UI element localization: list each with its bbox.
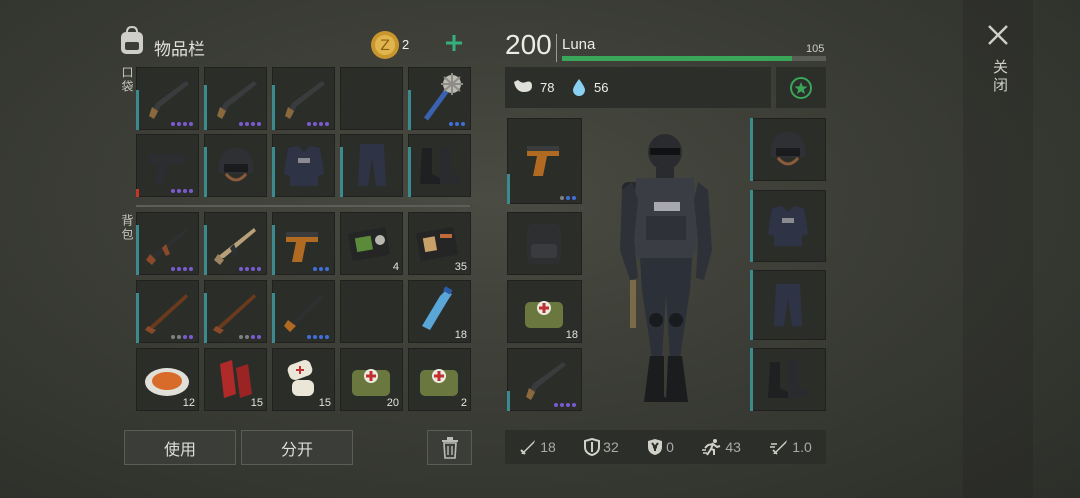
equip-slot-shotgun[interactable] <box>507 348 582 411</box>
weight-stat: 1.0 <box>769 438 812 456</box>
shield-icon <box>584 438 601 456</box>
inventory-title: 物品栏 <box>154 40 205 59</box>
inventory-slot-empty-2[interactable] <box>340 280 403 343</box>
equip-slot-medkit[interactable]: 18 <box>507 280 582 343</box>
backpack-icon <box>118 25 146 56</box>
item-count: 18 <box>565 329 578 341</box>
xp-value: 105 <box>806 43 825 55</box>
xp-bar-fill <box>562 56 792 61</box>
inventory-slot-pistol[interactable] <box>136 134 199 197</box>
inventory-slot-pants[interactable] <box>340 134 403 197</box>
attack-stat: 18 <box>519 438 556 456</box>
item-count: 18 <box>454 329 467 341</box>
player-level: 200 <box>505 29 552 60</box>
trash-icon <box>441 436 458 459</box>
inventory-slot-shotgun-2[interactable] <box>204 67 267 130</box>
equip-slot-pants[interactable] <box>750 270 826 340</box>
water-drop-icon <box>572 78 586 101</box>
equip-slot-flare-gun[interactable] <box>507 118 582 204</box>
close-label: 关闭 <box>991 59 1008 95</box>
inventory-slot-assault-rifle[interactable] <box>136 212 199 275</box>
add-coins-button[interactable] <box>442 30 466 56</box>
backpack-label: 背包 <box>120 214 134 242</box>
player-name: Luna <box>562 36 596 53</box>
defense-value: 32 <box>603 439 619 455</box>
item-count: 20 <box>386 397 399 409</box>
item-count: 4 <box>392 261 399 273</box>
equip-slot-boots[interactable] <box>750 348 826 411</box>
inventory-slot-medkit[interactable]: 20 <box>340 348 403 411</box>
stats-bar: 18 32 0 43 1.0 <box>505 430 826 464</box>
inventory-slot-vest[interactable] <box>272 134 335 197</box>
equip-slot-vest[interactable] <box>750 190 826 262</box>
inventory-slot-bandage[interactable]: 15 <box>272 348 335 411</box>
inventory-slot-flare-gun[interactable] <box>272 212 335 275</box>
character-model <box>600 130 730 415</box>
speed-value: 43 <box>725 439 741 455</box>
inventory-slot-medkit-2[interactable]: 2 <box>408 348 471 411</box>
equip-slot-helmet[interactable] <box>750 118 826 181</box>
radiation-stat: 0 <box>647 438 674 456</box>
section-divider <box>136 205 470 207</box>
svg-text:Z: Z <box>380 38 390 54</box>
inventory-slot-scar-rifle[interactable] <box>204 212 267 275</box>
stomach-icon <box>512 78 534 101</box>
inventory-slot-wallet-small[interactable]: 4 <box>340 212 403 275</box>
delete-button[interactable] <box>427 430 472 465</box>
inventory-slot-empty[interactable] <box>340 67 403 130</box>
hunger-value: 78 <box>540 80 555 95</box>
item-count: 15 <box>250 397 263 409</box>
inventory-slot-wallet-large[interactable]: 35 <box>408 212 471 275</box>
radiation-value: 0 <box>666 439 674 455</box>
inventory-slot-raw-meat[interactable]: 15 <box>204 348 267 411</box>
level-separator <box>556 34 557 62</box>
inventory-slot-hunting-rifle[interactable] <box>136 280 199 343</box>
coin-icon: Z <box>370 30 400 60</box>
thirst-value: 56 <box>594 80 609 95</box>
equip-slot-backpack[interactable] <box>507 212 582 275</box>
inventory-slot-carbine[interactable] <box>272 280 335 343</box>
item-count: 12 <box>182 397 195 409</box>
split-button[interactable]: 分开 <box>241 430 353 465</box>
inventory-slot-water-bottle[interactable]: 18 <box>408 280 471 343</box>
inventory-slot-food-plate[interactable]: 12 <box>136 348 199 411</box>
item-count: 15 <box>318 397 331 409</box>
running-man-icon <box>702 439 721 456</box>
sword-icon <box>520 440 536 455</box>
speed-stat: 43 <box>702 438 741 456</box>
xp-bar <box>562 56 826 61</box>
star-icon <box>790 77 812 99</box>
inventory-slot-hunting-rifle-2[interactable] <box>204 280 267 343</box>
pockets-label: 口袋 <box>120 66 134 94</box>
attack-value: 18 <box>540 439 556 455</box>
item-count: 2 <box>460 397 467 409</box>
close-icon <box>988 25 1008 45</box>
inventory-slot-mace[interactable] <box>408 67 471 130</box>
close-button[interactable]: 关闭 <box>985 22 1013 102</box>
radiation-shield-icon <box>648 439 663 455</box>
use-button[interactable]: 使用 <box>124 430 236 465</box>
coin-count: 2 <box>402 37 410 52</box>
inventory-slot-boots[interactable] <box>408 134 471 197</box>
defense-stat: 32 <box>584 438 619 456</box>
inventory-slot-shotgun-3[interactable] <box>272 67 335 130</box>
inventory-slot-shotgun-1[interactable] <box>136 67 199 130</box>
favorites-button[interactable] <box>776 67 826 108</box>
weight-value: 1.0 <box>792 439 812 455</box>
sword-speed-icon <box>770 440 788 455</box>
item-count: 35 <box>454 261 467 273</box>
inventory-slot-helmet[interactable] <box>204 134 267 197</box>
